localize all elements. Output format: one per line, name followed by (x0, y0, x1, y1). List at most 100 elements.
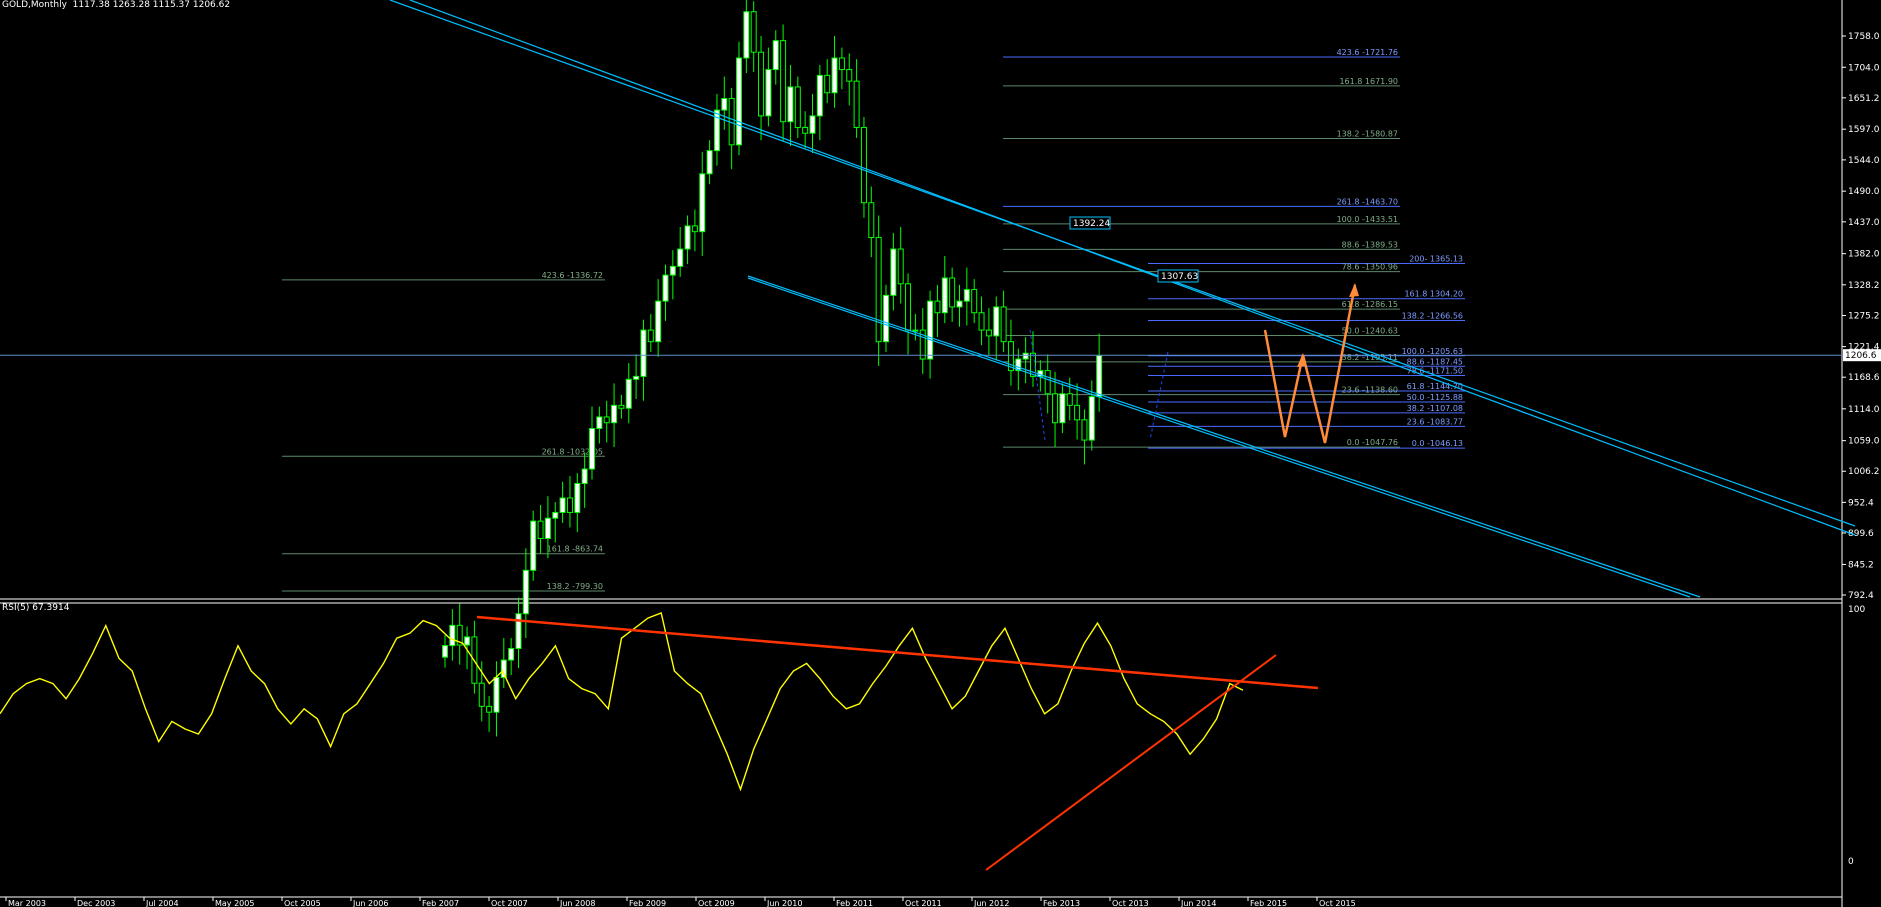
candle-body (1052, 393, 1059, 424)
x-tick-label: Jun 2014 (1180, 899, 1216, 907)
x-tick-label: Jun 2012 (973, 899, 1009, 907)
x-tick-label: Mar 2003 (8, 899, 46, 907)
fib-level-label: 88.6 -1187.45 (1407, 357, 1463, 366)
candle-body (677, 248, 684, 267)
trading-chart[interactable]: 792.4845.2899.6952.41006.21059.01114.011… (0, 0, 1881, 907)
x-tick-label: Feb 2007 (422, 899, 459, 907)
current-price-label: 1206.6 (1845, 351, 1877, 361)
candle-body (544, 517, 551, 539)
candle-body (758, 51, 765, 117)
candle-body (853, 80, 860, 128)
candle-body (1066, 393, 1073, 406)
candle-body (1074, 404, 1081, 421)
candle-body (691, 225, 698, 233)
y-tick-label: 1490.0 (1848, 187, 1880, 197)
fib-level-label: 200- 1365.13 (1409, 254, 1463, 263)
x-tick-label: Jun 2008 (559, 899, 595, 907)
fib-level-label: 23.6 -1138.60 (1342, 386, 1398, 395)
x-tick-label: Oct 2007 (491, 899, 528, 907)
candle-body (625, 378, 632, 409)
fib-level-label: 88.6 -1389.53 (1342, 240, 1398, 249)
fib-level-label: 261.8 -1463.70 (1337, 197, 1398, 206)
candle-body (846, 69, 853, 82)
y-tick-label: 845.2 (1848, 560, 1874, 570)
candle-body (927, 300, 934, 360)
candle-body (566, 497, 573, 513)
x-tick-label: Jun 2010 (766, 899, 802, 907)
candle-body (736, 57, 742, 146)
x-tick-label: Oct 2005 (284, 899, 321, 907)
candle-body (633, 375, 640, 380)
candle-body (684, 225, 691, 250)
candle-body (706, 150, 713, 175)
candle-body (897, 248, 904, 285)
candle-body (574, 483, 581, 513)
candle-body (963, 289, 970, 302)
candle-body (838, 57, 845, 71)
candle-body (1081, 419, 1088, 441)
candle-body (780, 40, 787, 123)
x-tick-label: Feb 2013 (1043, 899, 1080, 907)
candle-body (971, 289, 978, 314)
fib-level-label: 161.8 1671.90 (1339, 77, 1398, 86)
candle-body (647, 329, 654, 343)
fib-level-label: 23.6 -1083.77 (1407, 417, 1463, 426)
candle-body (787, 86, 794, 123)
candle-body (618, 404, 625, 409)
rsi-resistance-trendline (476, 615, 1319, 690)
fib-level-label: 138.2 -1266.56 (1402, 312, 1463, 321)
fib-level-label: 161.8 1304.20 (1404, 290, 1463, 299)
y-tick-label: 1168.6 (1848, 373, 1880, 383)
y-tick-label: 952.4 (1848, 498, 1874, 508)
channel-upper-line-2 (409, 0, 1856, 536)
price-label: 1392.24 (1073, 219, 1110, 229)
candle-body (464, 636, 471, 646)
fib-level-label: 100.0 -1205.63 (1402, 347, 1463, 356)
fib-level-label: 0.0 -1046.13 (1412, 439, 1463, 448)
y-tick-label: 1597.0 (1848, 125, 1880, 135)
candle-body (449, 624, 456, 647)
candle-body (442, 645, 448, 658)
candle-body (552, 511, 559, 519)
candle-body (816, 74, 823, 117)
candle-body (1000, 306, 1007, 343)
x-tick-label: Feb 2009 (629, 899, 666, 907)
fib-level-label: 423.6 -1721.76 (1337, 48, 1398, 57)
rsi-tick-label: 0 (1848, 857, 1854, 867)
candle-body (772, 40, 779, 71)
candle-body (831, 57, 838, 94)
candle-body (581, 468, 588, 485)
candle-body (1088, 396, 1095, 441)
candle-body (868, 202, 875, 238)
fib-level-label: 38.2 -1107.08 (1407, 404, 1463, 413)
fib-level-label: 50.0 -1125.88 (1407, 393, 1463, 402)
fib-level-label: 78.6 -1350.96 (1342, 263, 1398, 272)
candle-body (743, 11, 750, 59)
candle-body (589, 428, 595, 470)
fib-level-label: 38.2 -1195.11 (1342, 353, 1398, 362)
candle-body (824, 74, 831, 94)
y-tick-label: 1704.0 (1848, 63, 1880, 73)
candle-body (486, 705, 493, 713)
y-tick-label: 1651.2 (1848, 94, 1880, 104)
fib-level-label: 423.6 -1336.72 (542, 271, 603, 280)
candle-body (750, 11, 757, 53)
x-tick-label: Jun 2006 (352, 899, 388, 907)
price-label: 1307.63 (1161, 272, 1198, 282)
candle-body (640, 329, 647, 377)
x-tick-label: May 2005 (215, 899, 254, 907)
rsi-support-trendline (985, 654, 1277, 871)
fib-level-label: 138.2 -1580.87 (1337, 130, 1398, 139)
y-tick-label: 1275.2 (1848, 312, 1880, 322)
candle-body (721, 98, 728, 111)
candle-body (949, 277, 956, 308)
x-tick-label: Feb 2011 (836, 899, 873, 907)
candle-body (890, 248, 897, 296)
y-tick-label: 1114.0 (1848, 405, 1880, 415)
fib-level-label: 138.2 -799.30 (547, 582, 603, 591)
candle-body (559, 497, 566, 513)
candle-body (699, 173, 706, 233)
candle-body (934, 300, 941, 314)
candle-body (522, 569, 529, 615)
candle-body (912, 329, 919, 332)
